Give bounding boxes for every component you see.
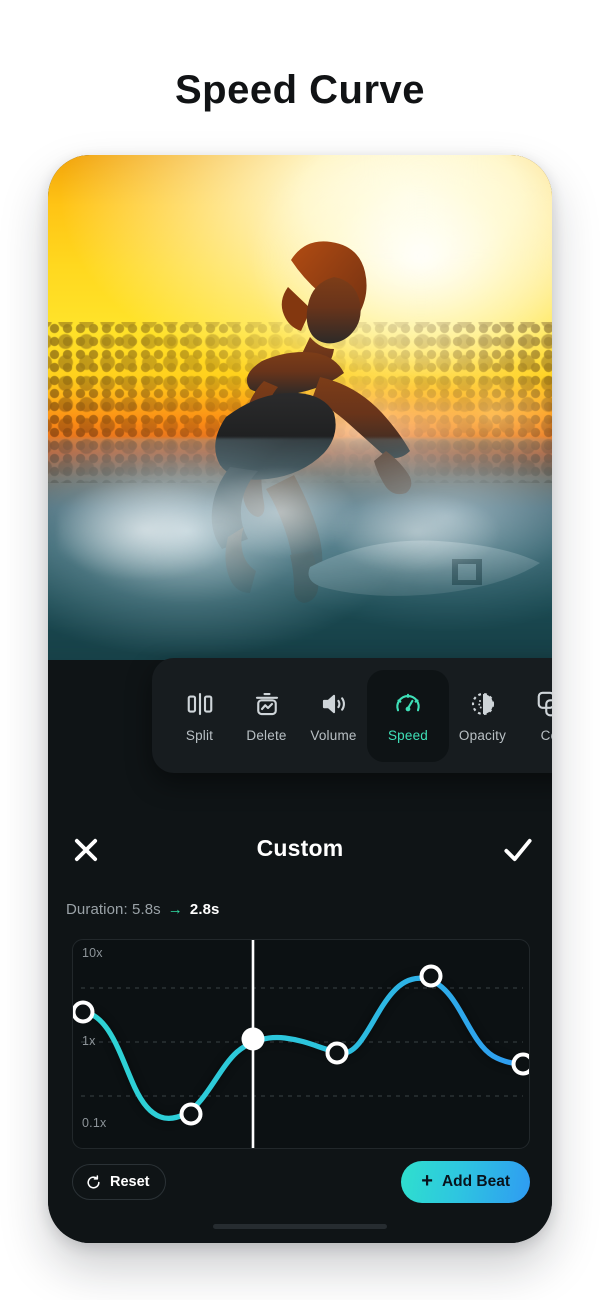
curve-plot — [73, 940, 529, 1148]
add-beat-button[interactable]: + Add Beat — [401, 1161, 530, 1203]
opacity-icon — [471, 692, 494, 715]
tool-split[interactable]: Split — [166, 673, 233, 759]
speed-curve-graph[interactable]: 10x 1x 0.1x — [72, 939, 530, 1149]
curve-node — [419, 964, 443, 988]
curve-node — [73, 1000, 95, 1024]
check-icon — [504, 838, 532, 862]
phone-frame: Split Delete Volume Speed Opacity C Cust… — [48, 155, 552, 1243]
speed-curve-mockup: Speed Curve Split Delete Volume Speed Op… — [0, 0, 600, 1300]
wave-foam — [58, 468, 542, 580]
duration-to: 2.8s — [189, 901, 220, 918]
axis-label-top: 10x — [82, 946, 103, 960]
page-title: Speed Curve — [174, 68, 426, 112]
video-preview[interactable] — [48, 155, 552, 660]
copy-icon — [537, 691, 552, 716]
reset-button[interactable]: Reset — [72, 1164, 166, 1200]
curve-node — [179, 1102, 203, 1126]
curve-node — [511, 1052, 529, 1076]
add-beat-label: Add Beat — [441, 1173, 510, 1190]
curve-shadow — [76, 973, 529, 1123]
gauge-icon — [396, 693, 420, 711]
tool-delete[interactable]: Delete — [233, 673, 300, 759]
tool-label: Split — [185, 727, 214, 743]
speed-curve-line — [78, 975, 528, 1121]
duration-readout: Duration: 5.8s → 2.8s — [66, 901, 220, 918]
plus-icon: + — [421, 1170, 433, 1192]
split-icon — [187, 692, 212, 715]
trash-icon — [255, 692, 278, 715]
axis-label-middle: 1x — [82, 1034, 96, 1048]
tool-label: Volume — [310, 727, 357, 743]
tool-opacity[interactable]: Opacity — [449, 673, 516, 759]
tool-label: Delete — [246, 727, 287, 743]
curve-node — [325, 1041, 349, 1065]
tool-label: Opacity — [458, 727, 507, 743]
confirm-button[interactable] — [498, 830, 538, 870]
duration-arrow-icon: → — [167, 901, 183, 918]
speed-panel: Custom Duration: 5.8s → 2.8s 10x 1x 0.1x… — [48, 803, 552, 1243]
rotate-ccw-icon — [87, 1174, 100, 1189]
panel-title: Custom — [256, 835, 344, 861]
axis-label-bottom: 0.1x — [82, 1116, 107, 1130]
tool-label: Speed — [387, 727, 429, 743]
tool-label: Co — [540, 727, 552, 743]
clip-toolbar[interactable]: Split Delete Volume Speed Opacity C — [152, 658, 552, 773]
reset-label: Reset — [110, 1174, 150, 1190]
tool-volume[interactable]: Volume — [300, 673, 367, 759]
duration-from: Duration: 5.8s — [66, 901, 161, 918]
tool-speed[interactable]: Speed — [364, 667, 452, 764]
speaker-icon — [322, 694, 345, 713]
close-icon — [74, 838, 98, 862]
tool-copy[interactable]: Co — [516, 673, 552, 759]
curve-node-selected — [241, 1027, 265, 1051]
panel-header: Custom — [48, 835, 552, 879]
close-button[interactable] — [66, 830, 106, 870]
home-indicator — [213, 1224, 387, 1229]
